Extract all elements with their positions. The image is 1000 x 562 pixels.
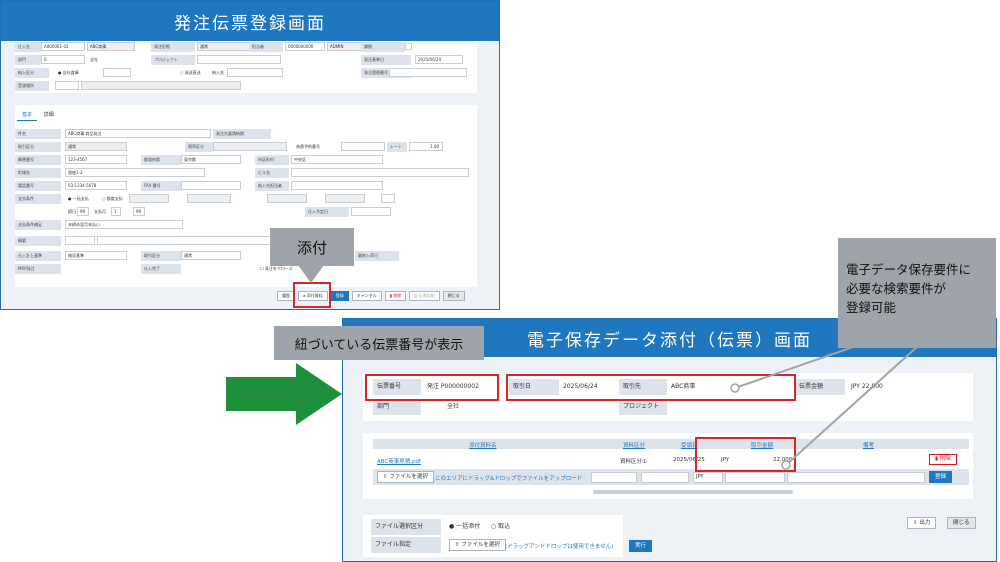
callout-connector-lines (730, 345, 919, 470)
